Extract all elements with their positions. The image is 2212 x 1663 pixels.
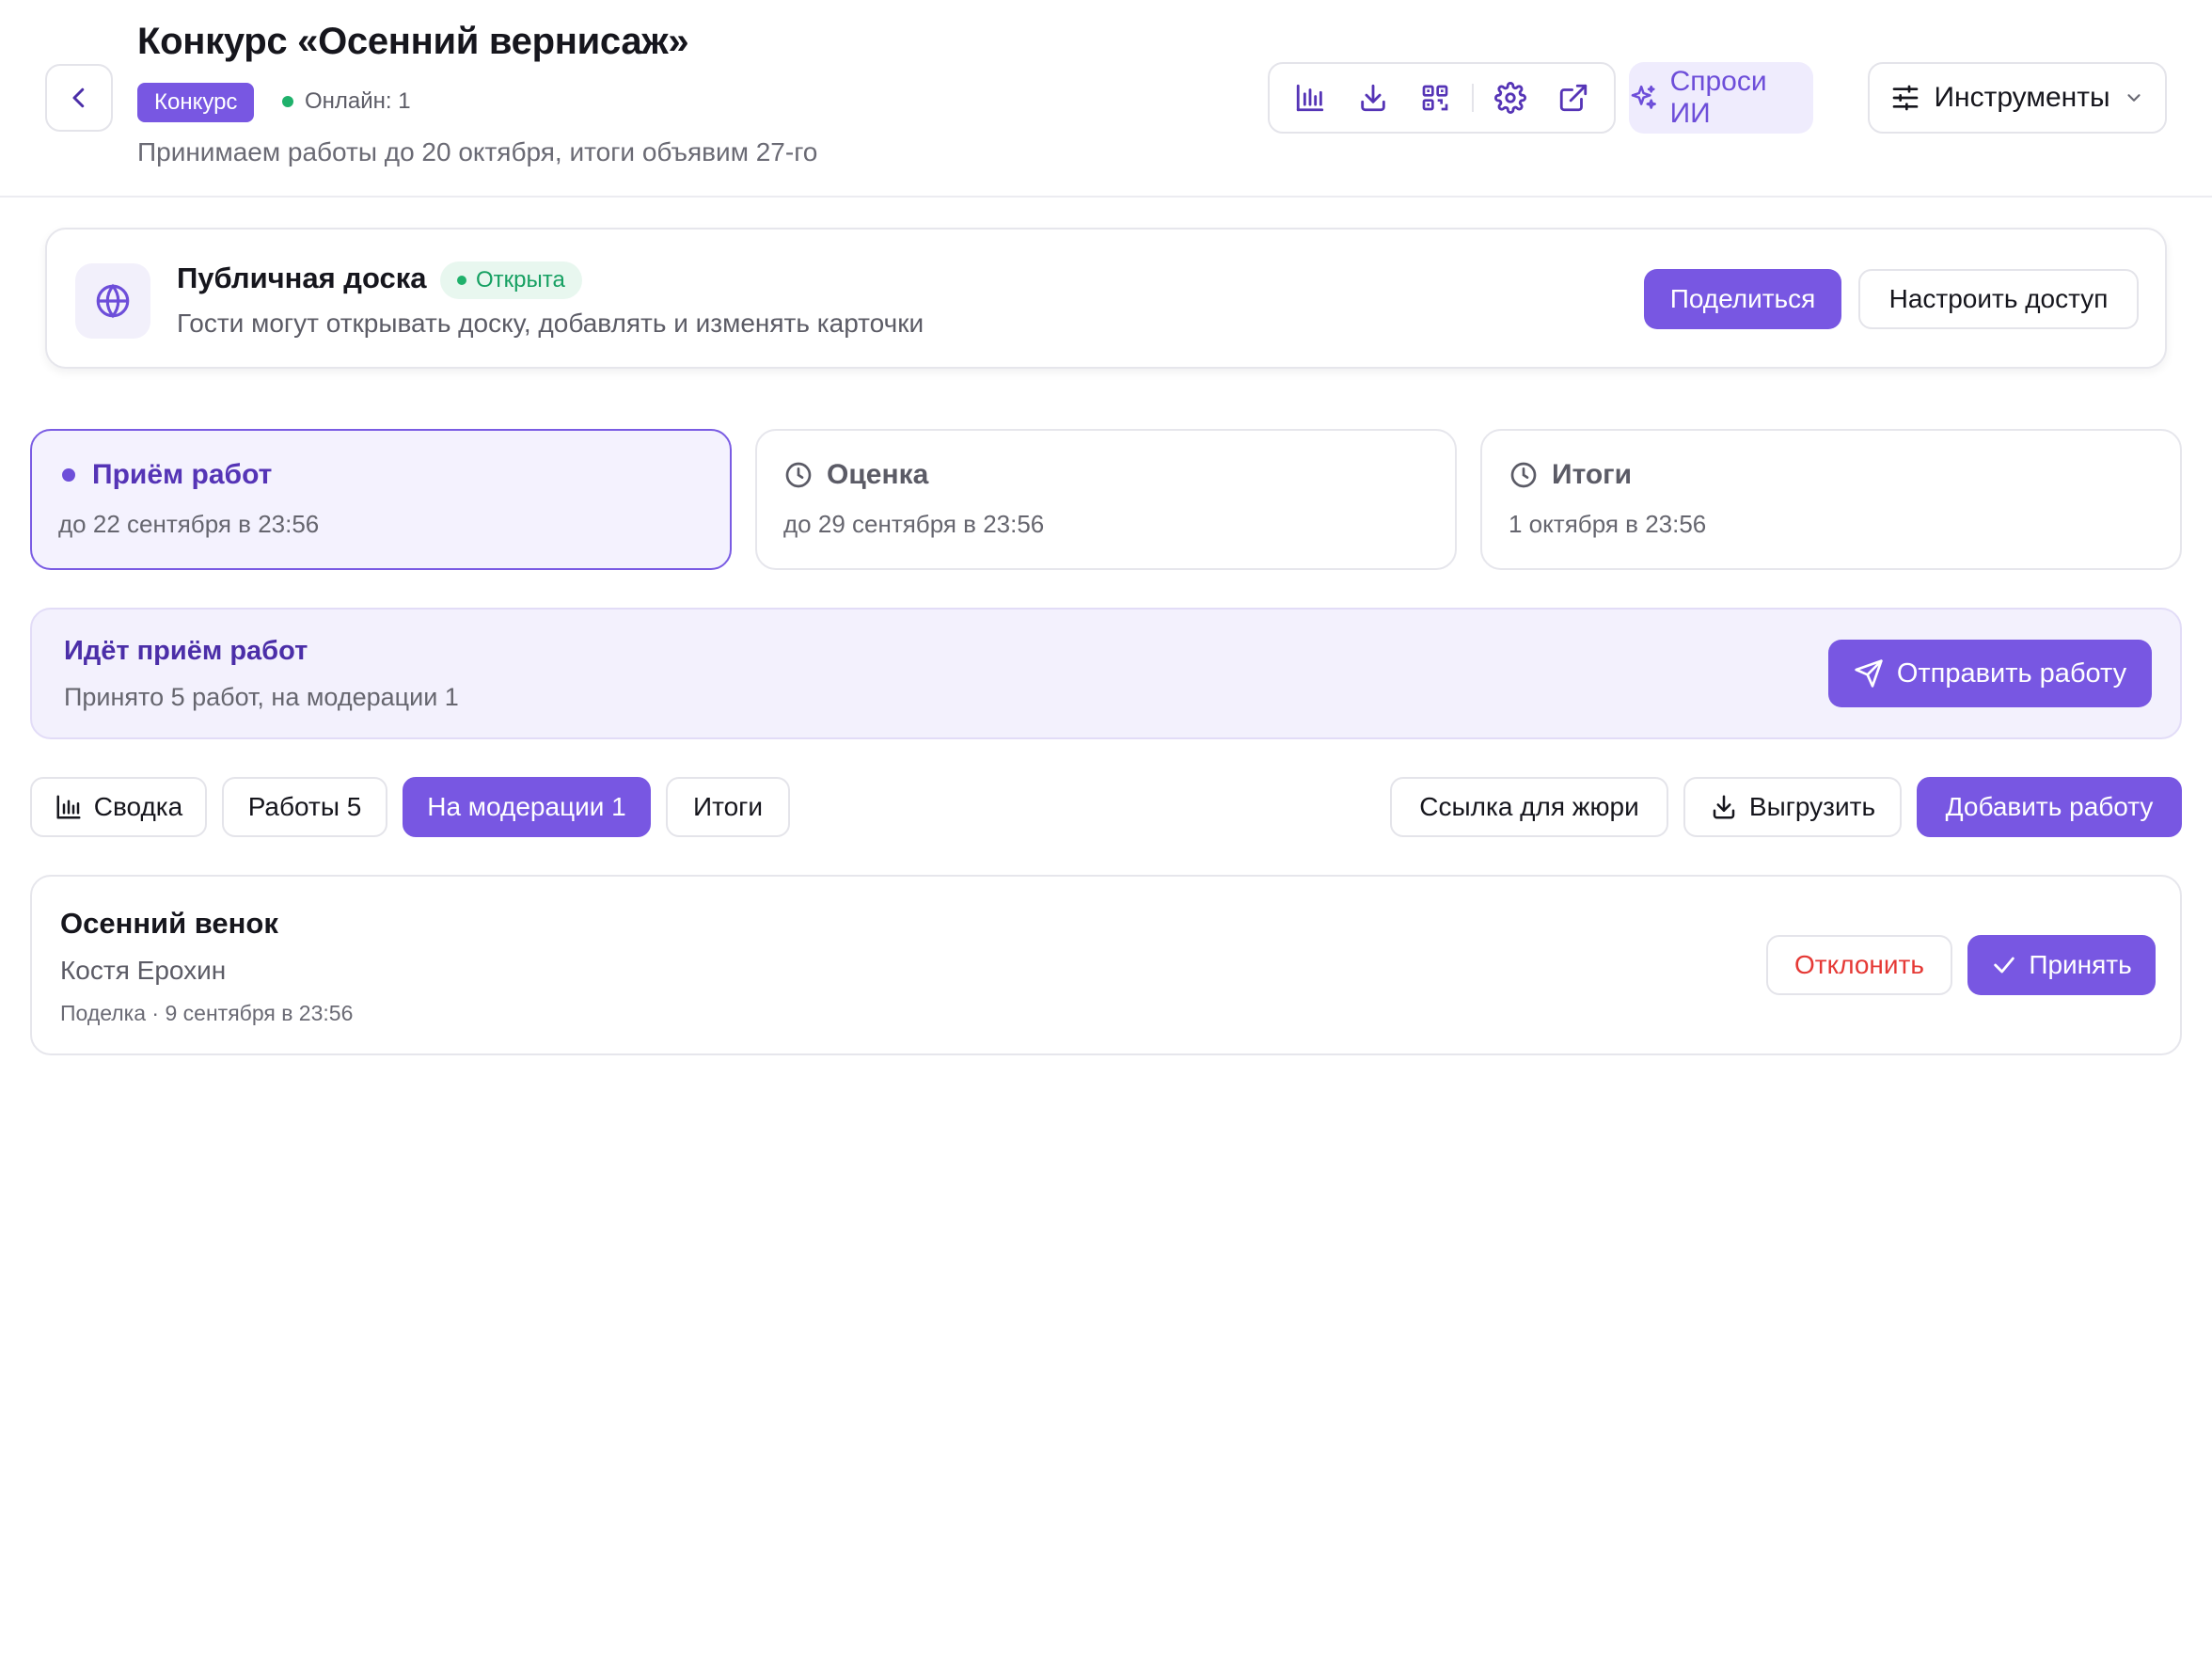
stage-card-evaluation[interactable]: Оценка до 29 сентября в 23:56 [755,429,1457,570]
download-icon [1360,84,1385,112]
stage-date: до 29 сентября в 23:56 [783,510,1045,538]
stage-date: 1 октября в 23:56 [1509,510,1707,538]
submit-work-label: Отправить работу [1896,657,2127,689]
board-status-badge: Открыта [440,261,582,299]
submission-meta: Поделка · 9 сентября в 23:56 [60,1001,354,1025]
chevron-left-icon [72,87,85,108]
check-icon [1994,957,2015,974]
board-status-label: Открыта [476,267,565,293]
board-title: Публичная доска [177,261,427,294]
page-header: Конкурс «Осенний вернисаж» Конкурс Онлай… [0,0,2212,198]
add-work-button[interactable]: Добавить работу [1917,777,2182,837]
online-dot-icon [282,96,293,107]
board-description: Гости могут открывать доску, добавлять и… [177,309,924,338]
status-banner: Идёт приём работ Принято 5 работ, на мод… [30,608,2182,739]
tab-works[interactable]: Работы 5 [222,777,387,837]
banner-title: Идёт приём работ [64,636,308,666]
active-dot-icon [62,468,75,482]
open-external-button[interactable] [1542,71,1604,124]
type-badge: Конкурс [137,83,255,122]
settings-button[interactable] [1479,71,1541,124]
chevron-down-icon [2126,94,2141,102]
send-icon [1855,659,1883,688]
globe-icon [96,283,130,319]
app-window: Конкурс «Осенний вернисаж» Конкурс Онлай… [0,0,2212,1663]
bar-chart-icon [56,795,81,819]
stage-label: Оценка [827,459,929,490]
status-dot-icon [457,276,466,285]
sliders-icon [1893,85,1919,111]
header-toolbar [1268,62,1616,134]
online-indicator: Онлайн: 1 [282,88,411,115]
external-link-icon [1559,84,1587,112]
qr-code-icon [1422,85,1448,111]
online-count: Онлайн: 1 [305,88,411,114]
gear-icon [1494,82,1527,114]
download-button[interactable] [1341,71,1403,124]
export-button[interactable]: Выгрузить [1683,777,1902,837]
globe-badge [75,263,150,339]
stage-header: Приём работ [58,459,272,491]
share-button[interactable]: Поделиться [1644,269,1841,329]
reject-button[interactable]: Отклонить [1766,935,1952,995]
accept-button[interactable]: Принять [1967,935,2156,995]
clock-icon [1510,462,1537,488]
stage-header: Итоги [1509,459,1632,491]
clock-icon [785,462,812,488]
page-title: Конкурс «Осенний вернисаж» [137,21,689,62]
accept-label: Принять [2029,950,2132,979]
tab-summary-label: Сводка [93,792,183,821]
stage-label: Итоги [1552,459,1633,490]
public-board-card: Публичная доска Открыта Гости могут откр… [45,228,2167,369]
stage-label: Приём работ [92,459,273,490]
stage-header: Оценка [783,459,928,491]
stage-card-submission[interactable]: Приём работ до 22 сентября в 23:56 [30,429,732,570]
tools-label: Инструменты [1934,82,2110,113]
ask-ai-button[interactable]: Спроси ИИ [1629,62,1813,134]
sparkle-icon [1631,85,1656,109]
tab-results[interactable]: Итоги [666,777,790,837]
configure-access-button[interactable]: Настроить доступ [1858,269,2139,329]
back-button[interactable] [45,64,113,132]
download-icon [1713,795,1735,819]
stats-button[interactable] [1279,71,1341,124]
tools-dropdown[interactable]: Инструменты [1868,62,2167,134]
stage-date: до 22 сентября в 23:56 [58,510,320,538]
bar-chart-icon [1297,84,1324,112]
export-label: Выгрузить [1748,792,1876,821]
stage-card-results[interactable]: Итоги 1 октября в 23:56 [1480,429,2182,570]
submission-author: Костя Ерохин [60,956,227,985]
jury-link-button[interactable]: Ссылка для жюри [1390,777,1668,837]
submission-card: Осенний венок Костя Ерохин Поделка · 9 с… [30,875,2182,1055]
submit-work-button[interactable]: Отправить работу [1828,640,2152,707]
banner-description: Принято 5 работ, на модерации 1 [64,683,459,711]
tab-moderation[interactable]: На модерации 1 [403,777,651,837]
ask-ai-label: Спроси ИИ [1669,66,1767,129]
page-subtitle: Принимаем работы до 20 октября, итоги об… [137,137,818,166]
submission-title: Осенний венок [60,907,278,940]
toolbar-divider [1472,84,1475,112]
tab-summary[interactable]: Сводка [30,777,207,837]
qr-code-button[interactable] [1404,71,1466,124]
